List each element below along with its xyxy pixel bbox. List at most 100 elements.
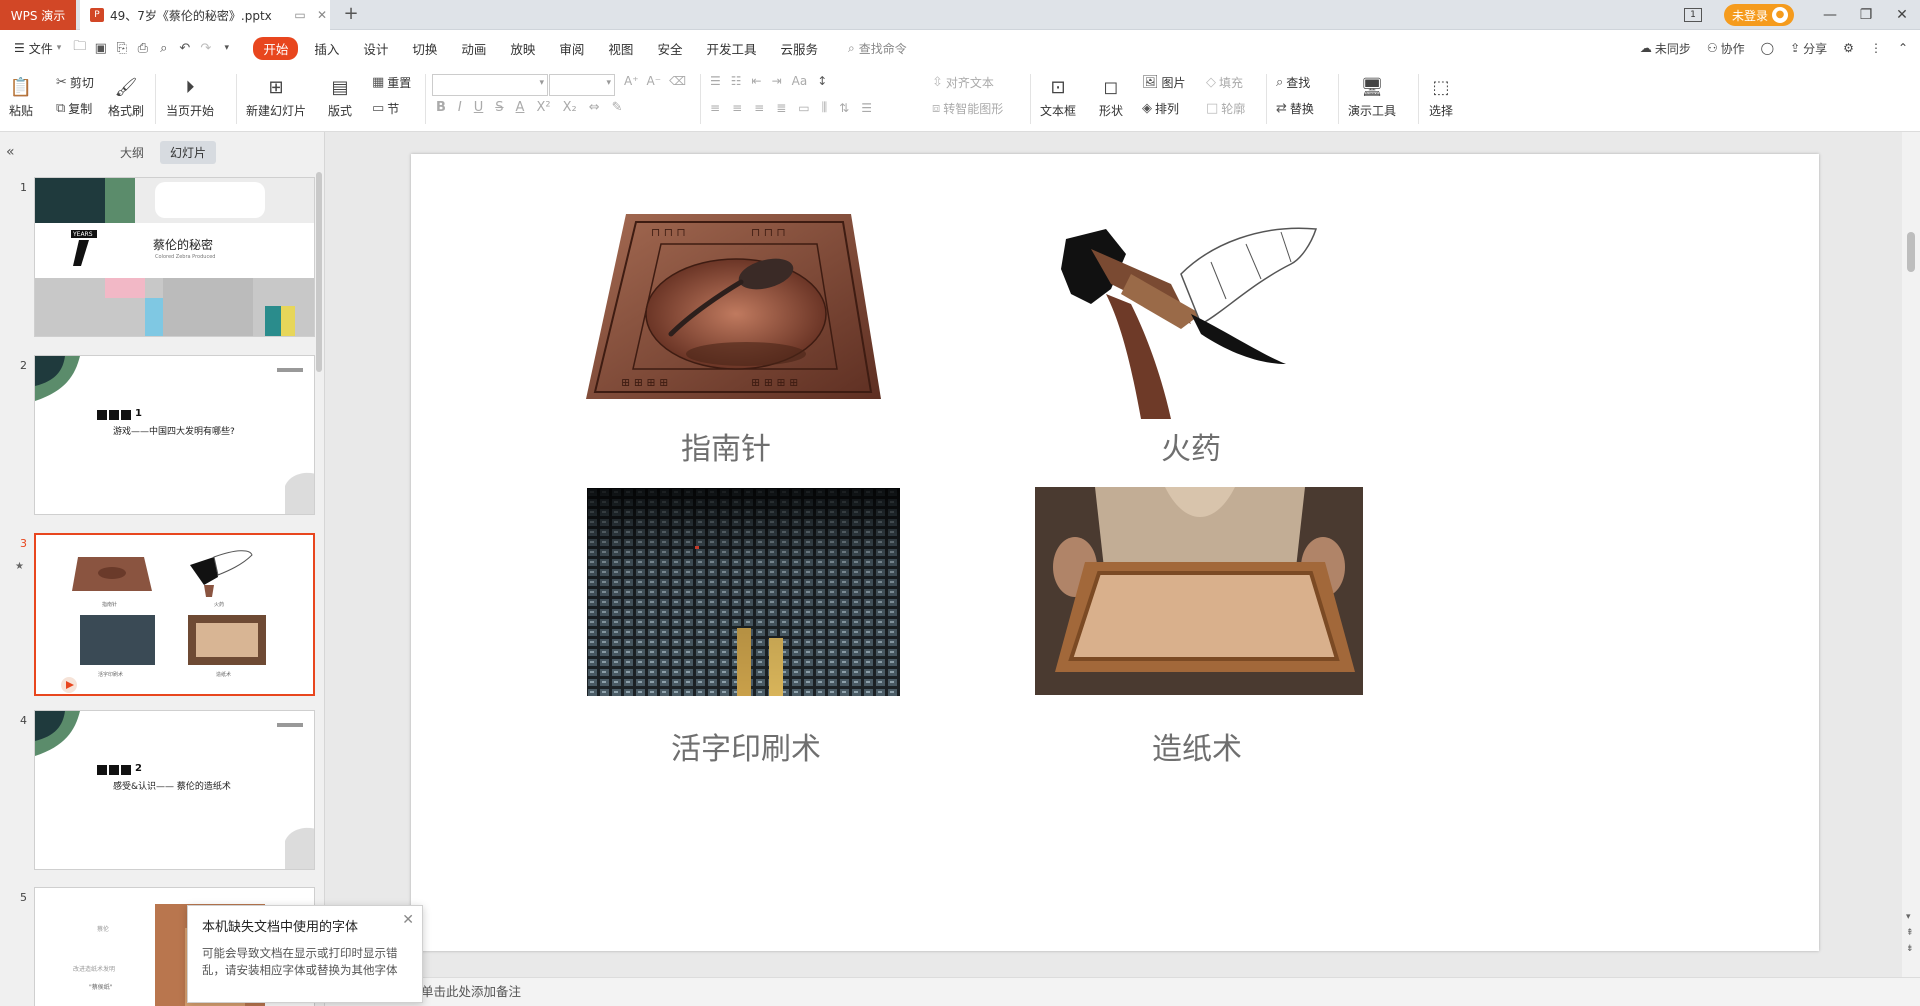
font-family-select[interactable] <box>432 74 548 96</box>
bullet-list-icon[interactable]: ☰ <box>710 74 721 88</box>
tab-view[interactable]: 视图 <box>596 39 645 58</box>
bold-icon[interactable]: B <box>436 100 446 115</box>
fill-button[interactable]: ◇ 填充 <box>1206 74 1243 91</box>
outline-button[interactable]: □ 轮廓 <box>1206 100 1245 117</box>
more-button[interactable]: ⋮ <box>1870 41 1882 55</box>
arrange-button[interactable]: ◈ 排列 <box>1142 100 1179 117</box>
line-spacing-2-icon[interactable]: ☰ <box>861 101 872 115</box>
close-window-icon[interactable]: ✕ <box>1884 0 1920 30</box>
tab-transitions[interactable]: 切换 <box>400 39 449 58</box>
presenter-tools-button[interactable]: 🖥 演示工具 <box>1348 70 1396 119</box>
shapes-button[interactable]: ◻ 形状 <box>1098 70 1124 119</box>
open-folder-icon[interactable]: 🗀 <box>69 38 90 58</box>
tab-outline[interactable]: 大纲 <box>120 144 144 161</box>
tab-developer[interactable]: 开发工具 <box>694 39 768 58</box>
tab-security[interactable]: 安全 <box>645 39 694 58</box>
slide-3-preview[interactable]: 指南针 火药 活字印刷术 造纸术 <box>34 533 315 696</box>
compass-image[interactable]: ⊓ ⊓ ⊓ ⊓ ⊓ ⊓ ⊞ ⊞ ⊞ ⊞ ⊞ ⊞ ⊞ ⊞ <box>581 204 891 414</box>
find-button[interactable]: ⌕ 查找 <box>1276 74 1310 91</box>
thumbnail-slide-2[interactable]: 2 1 游戏——中国四大发明有哪些? <box>0 355 320 520</box>
strikethrough-icon[interactable]: S <box>495 100 503 115</box>
format-painter-button[interactable]: 🖌 格式刷 <box>108 70 144 119</box>
customize-quick-access-icon[interactable]: ▾ <box>216 38 237 58</box>
justify-icon[interactable]: ≣ <box>776 101 786 115</box>
gunpowder-image[interactable] <box>1051 214 1321 419</box>
share-button[interactable]: ⇪ 分享 <box>1790 40 1827 57</box>
replace-button[interactable]: ⇄ 替换 <box>1276 100 1314 117</box>
paste-button[interactable]: 📋 粘贴 <box>8 70 34 119</box>
slide-4-preview[interactable]: 2 感受&认识—— 蔡伦的造纸术 <box>34 710 315 870</box>
font-decrease-icon[interactable]: A⁻ <box>647 74 662 88</box>
thumbnail-slide-1[interactable]: 1 YEARS 蔡伦的秘密 Colored Zebra Produced <box>0 177 320 342</box>
scroll-down-icon[interactable]: ▾ <box>1906 912 1911 922</box>
caption-gunpowder[interactable]: 火药 <box>1131 424 1251 468</box>
tab-insert[interactable]: 插入 <box>302 39 351 58</box>
caption-paper[interactable]: 造纸术 <box>1137 724 1257 768</box>
tab-home[interactable]: 开始 <box>253 36 299 60</box>
align-right-icon[interactable]: ≡ <box>754 101 764 115</box>
columns-icon[interactable]: ⫼ <box>822 100 828 115</box>
redo-icon[interactable]: ↷ <box>195 38 216 58</box>
layout-button[interactable]: ▤ 版式 <box>327 70 353 119</box>
notes-pane[interactable]: 单击此处添加备注 <box>325 977 1920 1006</box>
line-spacing-icon[interactable]: ↕ <box>817 74 827 88</box>
login-button[interactable]: 未登录 ● <box>1723 4 1794 26</box>
distribute-icon[interactable]: ▭ <box>798 101 809 115</box>
tab-review[interactable]: 审阅 <box>547 39 596 58</box>
new-slide-button[interactable]: ⊞ 新建幻灯片 <box>246 70 306 119</box>
new-tab-button[interactable]: + <box>340 4 362 26</box>
close-icon[interactable]: ✕ <box>402 912 414 928</box>
undo-icon[interactable]: ↶ <box>174 38 195 58</box>
subscript-icon[interactable]: X₂ <box>563 100 577 115</box>
tab-design[interactable]: 设计 <box>351 39 400 58</box>
para-spacing-icon[interactable]: ⇅ <box>839 101 849 115</box>
align-text-button[interactable]: ⇳ 对齐文本 <box>932 74 994 91</box>
collapse-panel-icon[interactable]: « <box>6 144 15 160</box>
select-button[interactable]: ⬚ 选择 <box>1428 70 1454 119</box>
highlight-icon[interactable]: ✎ <box>612 100 623 115</box>
underline-icon[interactable]: U <box>474 100 484 115</box>
print-preview-icon[interactable]: ⌕ <box>153 38 174 58</box>
slide-canvas[interactable]: ⊓ ⊓ ⊓ ⊓ ⊓ ⊓ ⊞ ⊞ ⊞ ⊞ ⊞ ⊞ ⊞ ⊞ 指南针 火药 活字印刷术… <box>411 154 1819 951</box>
float-window-icon[interactable]: ▭ <box>292 8 308 22</box>
italic-icon[interactable]: I <box>458 100 462 115</box>
eraser-icon[interactable]: ⌫ <box>669 74 686 88</box>
picture-button[interactable]: 🖼 图片 <box>1142 74 1186 91</box>
collab-button[interactable]: ⚇ 协作 <box>1707 40 1745 57</box>
thumbnail-slide-3[interactable]: 3 ★ 指南针 火药 活字印刷术 造纸术 <box>0 533 320 698</box>
app-menu-button[interactable]: WPS 演示 <box>0 0 76 30</box>
copy-button[interactable]: ⧉ 复制 <box>56 100 92 117</box>
text-box-button[interactable]: ⊡ 文本框 <box>1040 70 1076 119</box>
export-pdf-icon[interactable]: ⎘ <box>111 38 132 58</box>
cut-button[interactable]: ✂ 剪切 <box>56 74 94 91</box>
thumbnail-slide-4[interactable]: 4 2 感受&认识—— 蔡伦的造纸术 <box>0 710 320 875</box>
align-left-icon[interactable]: ≡ <box>710 101 720 115</box>
tab-animation[interactable]: 动画 <box>449 39 498 58</box>
scroll-thumb[interactable] <box>1907 232 1915 272</box>
thumbnail-scrollbar[interactable] <box>316 172 322 372</box>
tab-cloud[interactable]: 云服务 <box>768 39 830 58</box>
minimize-icon[interactable]: — <box>1812 0 1848 30</box>
font-increase-icon[interactable]: A⁺ <box>624 74 639 88</box>
font-size-select[interactable] <box>549 74 615 96</box>
print-icon[interactable]: ⎙ <box>132 38 153 58</box>
caption-printing[interactable]: 活字印刷术 <box>651 724 841 768</box>
text-direction-icon[interactable]: Aa <box>792 74 808 88</box>
decrease-indent-icon[interactable]: ⇤ <box>752 74 762 88</box>
command-search[interactable]: ⌕ 查找命令 <box>830 40 907 57</box>
settings-button[interactable]: ⚙ <box>1843 41 1854 55</box>
editor-vertical-scrollbar[interactable]: ▾ ⇞ ⇟ <box>1902 132 1920 977</box>
slide-2-preview[interactable]: 1 游戏——中国四大发明有哪些? <box>34 355 315 515</box>
prev-page-icon[interactable]: ⇞ <box>1906 928 1914 938</box>
play-from-current-button[interactable]: ⏵ 当页开始 <box>166 70 214 119</box>
restore-icon[interactable]: ❐ <box>1848 0 1884 30</box>
font-color-icon[interactable]: A <box>516 100 525 115</box>
file-menu[interactable]: ☰ 文件 ▾ <box>0 40 69 57</box>
reset-button[interactable]: ▦ 重置 <box>372 74 411 91</box>
tab-slides[interactable]: 幻灯片 <box>160 141 217 164</box>
document-tab[interactable]: P 49、7岁《蔡伦的秘密》.pptx ▭ ✕ <box>80 0 330 30</box>
papermaking-image[interactable] <box>1035 487 1363 695</box>
align-center-icon[interactable]: ≡ <box>732 101 742 115</box>
comment-button[interactable]: ◯ <box>1761 41 1774 55</box>
section-button[interactable]: ▭ 节 <box>372 100 399 117</box>
